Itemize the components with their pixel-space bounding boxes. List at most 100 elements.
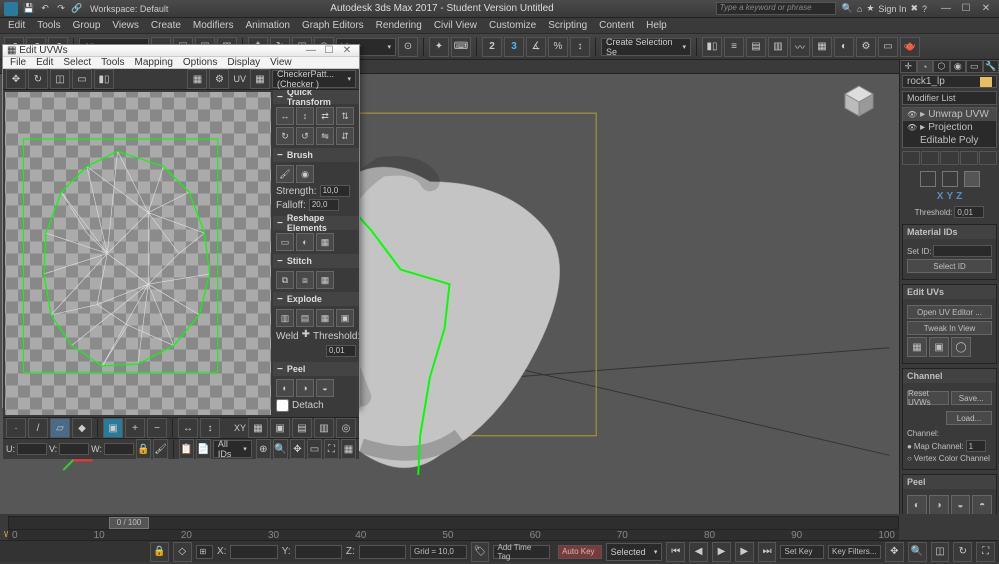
uv-mirror-icon[interactable]: ▮▯	[94, 69, 114, 89]
uv-rotate-icon[interactable]: ↻	[28, 69, 48, 89]
curve-editor-icon[interactable]: 〰	[790, 37, 810, 57]
named-selection-dropdown[interactable]: Create Selection Se	[601, 38, 691, 56]
copy-icon[interactable]: 📋	[179, 439, 194, 459]
peel1-icon[interactable]: ◐	[907, 495, 927, 514]
hierarchy-tab-icon[interactable]: ⬡	[933, 60, 950, 73]
peel-rollout-header[interactable]: Peel	[903, 475, 996, 489]
render-frame-icon[interactable]: ▭	[878, 37, 898, 57]
utilities-tab-icon[interactable]: 🔧	[983, 60, 999, 73]
workspace-dropdown[interactable]: Workspace: Default	[90, 4, 168, 14]
ring-icon[interactable]: ↕	[200, 418, 220, 438]
uvzoomreg-icon[interactable]: ▭	[307, 439, 322, 459]
menu-rendering[interactable]: Rendering	[370, 20, 428, 31]
stitch2-icon[interactable]: ⧈	[296, 271, 314, 289]
lock-icon[interactable]: 🔒	[136, 439, 151, 459]
uv-maximize-button[interactable]: ☐	[321, 45, 337, 56]
keymode-dropdown[interactable]: Selected	[606, 543, 663, 561]
minimize-button[interactable]: —	[937, 2, 955, 16]
keyboard-icon[interactable]: ⌨	[451, 37, 471, 57]
x-coord-field[interactable]	[230, 545, 277, 559]
stitch3-icon[interactable]: ▦	[316, 271, 334, 289]
navzoom-icon[interactable]: 🔍	[908, 542, 927, 562]
keyfilters-button[interactable]: Key Filters...	[828, 545, 881, 559]
help-icon[interactable]: ?	[922, 4, 927, 14]
peel-uvrollout[interactable]: Peel	[273, 362, 359, 376]
lock-selection-icon[interactable]: 🔒	[150, 542, 169, 562]
save-icon[interactable]: 💾	[22, 2, 36, 16]
explode-rollout[interactable]: Explode	[273, 292, 359, 306]
brush-relax-icon[interactable]: ◉	[296, 165, 314, 183]
menu-animation[interactable]: Animation	[239, 20, 295, 31]
detach-checkbox[interactable]	[276, 399, 289, 412]
layer-icon[interactable]: ▤	[746, 37, 766, 57]
maximize-button[interactable]: ☐	[957, 2, 975, 16]
qt-rot-90-icon[interactable]: ↺	[296, 127, 314, 145]
strength-field[interactable]: 10,0	[320, 185, 350, 197]
render-icon[interactable]: 🫖	[900, 37, 920, 57]
manipulate-icon[interactable]: ✦	[429, 37, 449, 57]
uv-menu-edit[interactable]: Edit	[31, 57, 58, 68]
exp3-icon[interactable]: ▦	[316, 309, 334, 327]
relax-icon[interactable]: ◐	[296, 233, 314, 251]
uvsnap-icon[interactable]: ▦	[341, 439, 356, 459]
time-ruler[interactable]: 0102030405060708090100	[8, 530, 899, 540]
pivot-icon[interactable]: ⊙	[398, 37, 418, 57]
uv-move-icon[interactable]: ✥	[6, 69, 26, 89]
load-uvws-button[interactable]: Load...	[946, 411, 992, 425]
edituvs-rollout-header[interactable]: Edit UVs	[903, 285, 996, 299]
snap-3d-icon[interactable]: 3	[504, 37, 524, 57]
uv-options-icon[interactable]: ⚙	[209, 69, 229, 89]
uv-minimize-button[interactable]: —	[303, 45, 319, 56]
so-face-icon[interactable]	[964, 171, 980, 187]
open-uv-editor-button[interactable]: Open UV Editor ...	[907, 305, 992, 319]
falloff-field[interactable]: 20,0	[309, 199, 339, 211]
mirror-icon[interactable]: ▮▯	[702, 37, 722, 57]
modifier-list-dropdown[interactable]: Modifier List	[902, 91, 997, 105]
uvpeel2-icon[interactable]: ◑	[296, 379, 314, 397]
peel2-icon[interactable]: ◑	[929, 495, 949, 514]
goto-end-icon[interactable]: ⏭	[758, 542, 777, 562]
qt-alignv-icon[interactable]: ↕	[296, 107, 314, 125]
next-frame-icon[interactable]: ▶	[735, 542, 754, 562]
menu-help[interactable]: Help	[640, 20, 673, 31]
w-field[interactable]	[104, 443, 134, 455]
threshold-spinner[interactable]: 0,01	[954, 206, 984, 218]
object-color-swatch[interactable]	[980, 77, 992, 87]
menu-content[interactable]: Content	[593, 20, 640, 31]
exp4-icon[interactable]: ▣	[336, 309, 354, 327]
uv-menu-select[interactable]: Select	[58, 57, 96, 68]
uvview1-icon[interactable]: ▦	[248, 418, 268, 438]
uvview4-icon[interactable]: ▥	[314, 418, 334, 438]
v-field[interactable]	[59, 443, 89, 455]
link-icon[interactable]: 🔗	[70, 2, 84, 16]
goto-start-icon[interactable]: ⏮	[666, 542, 685, 562]
uv-canvas[interactable]	[5, 92, 271, 415]
loop-icon[interactable]: ↔	[178, 418, 198, 438]
mapchannel-spinner[interactable]: 1	[966, 440, 986, 452]
menu-edit[interactable]: Edit	[2, 20, 31, 31]
qt-spacev-icon[interactable]: ⇅	[336, 107, 354, 125]
navorbit-icon[interactable]: ↻	[953, 542, 972, 562]
brush-tool-icon[interactable]: 🖌	[153, 439, 168, 459]
uv-menu-file[interactable]: File	[5, 57, 31, 68]
exp2-icon[interactable]: ▤	[296, 309, 314, 327]
infocenter-icon[interactable]: 🔍	[842, 3, 853, 14]
configure-icon[interactable]	[979, 151, 997, 165]
object-name-field[interactable]: rock1_lp	[902, 75, 997, 88]
so-uvvert-icon[interactable]: ·	[6, 418, 26, 438]
setkey-button[interactable]: Set Key	[780, 545, 824, 559]
channel-rollout-header[interactable]: Channel	[903, 369, 996, 383]
modify-tab-icon[interactable]: ◔	[917, 60, 934, 73]
z-coord-field[interactable]	[359, 545, 406, 559]
star-icon[interactable]: ★	[866, 3, 874, 14]
motion-tab-icon[interactable]: ◉	[950, 60, 967, 73]
uvview5-icon[interactable]: ◎	[336, 418, 356, 438]
time-slider[interactable]: 0 / 100	[8, 516, 899, 530]
isolate-icon[interactable]: ◇	[173, 542, 192, 562]
timetag-icon[interactable]: 🏷	[471, 542, 490, 562]
schematic-icon[interactable]: ▦	[812, 37, 832, 57]
menu-modifiers[interactable]: Modifiers	[187, 20, 240, 31]
uvpeel3-icon[interactable]: ◒	[316, 379, 334, 397]
paste-icon[interactable]: 📄	[196, 439, 211, 459]
align-icon[interactable]: ≡	[724, 37, 744, 57]
